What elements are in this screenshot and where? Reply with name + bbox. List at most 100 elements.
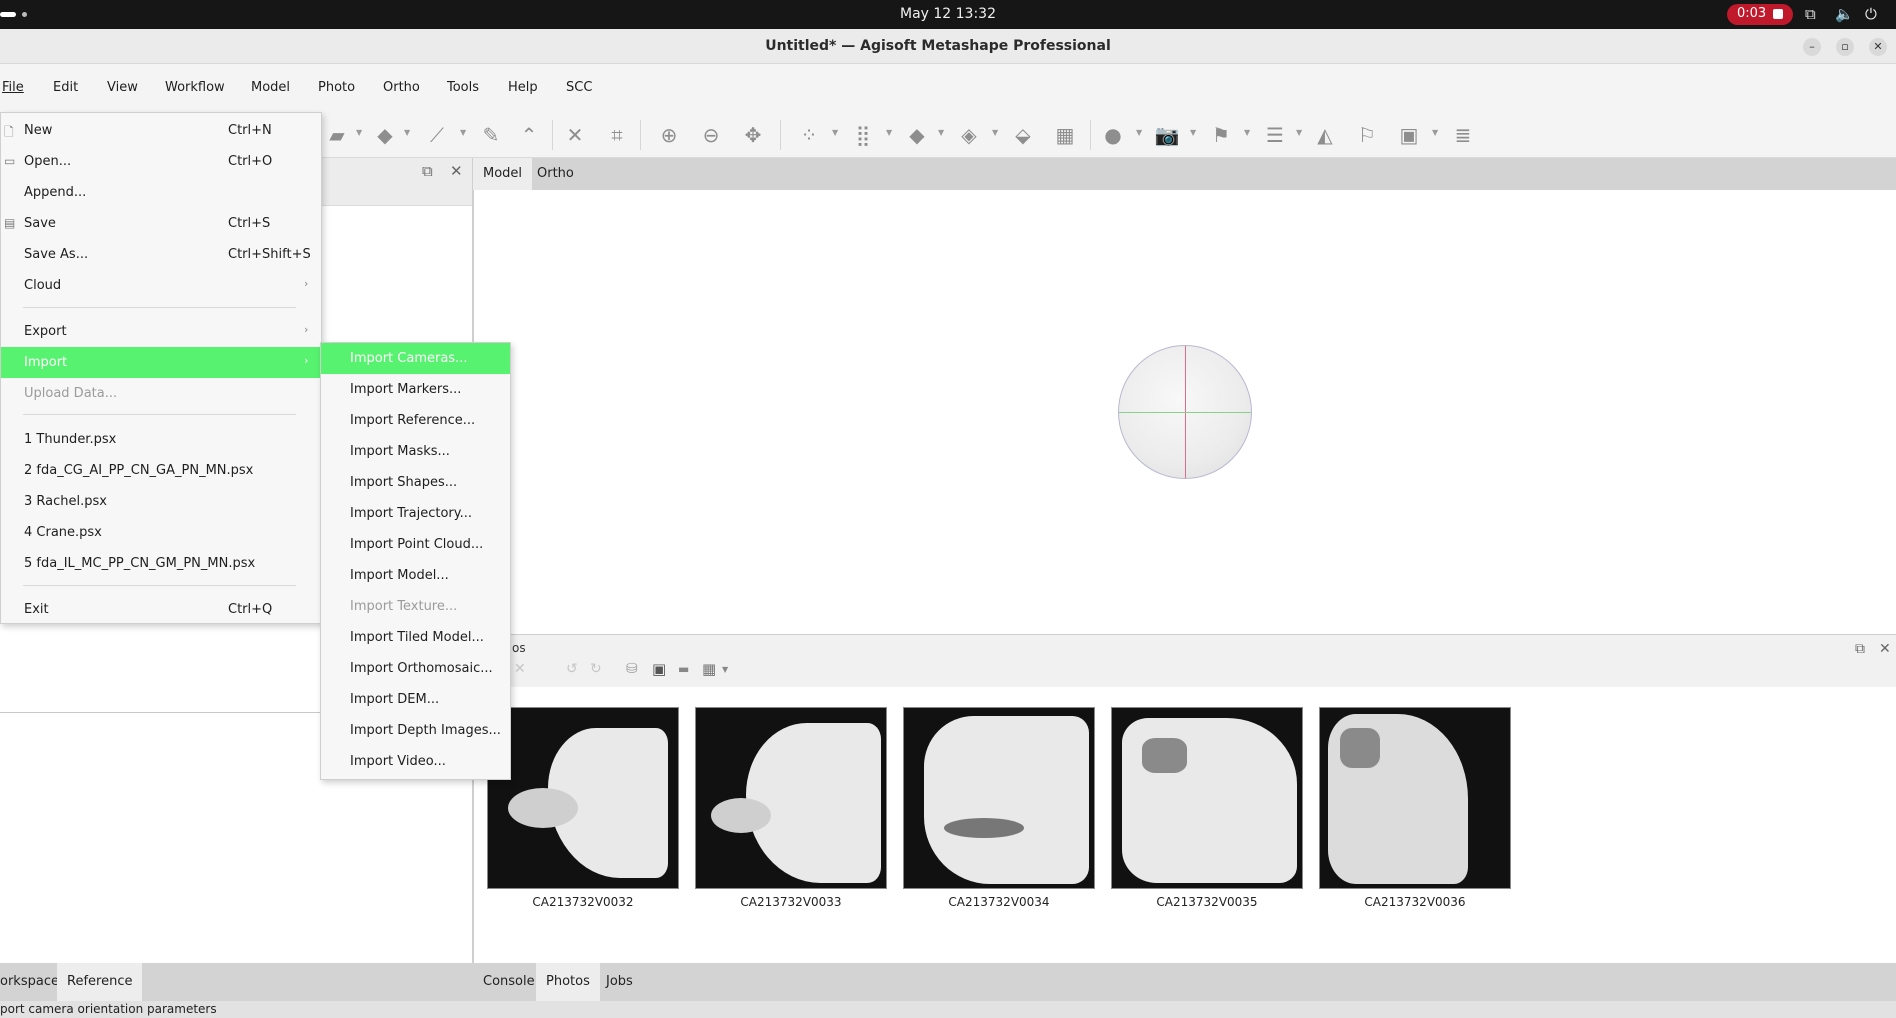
draw-line-icon[interactable]: ⌃ [516,122,542,148]
chevron-down-icon[interactable]: ▼ [1432,128,1438,137]
submenu-import-video[interactable]: Import Video... [321,746,510,777]
rotate-left-icon[interactable]: ↺ [566,661,578,677]
submenu-import-dem[interactable]: Import DEM... [321,684,510,715]
close-icon[interactable]: ✕ [514,661,526,677]
menu-edit[interactable]: Edit [53,80,78,95]
chevron-down-icon[interactable]: ▼ [1190,128,1196,137]
menu-file[interactable]: File [2,80,24,95]
delete-selection-icon[interactable]: ✕ [562,122,588,148]
markers-flag-icon[interactable]: ⚐ [1354,122,1380,148]
minimize-button[interactable]: – [1803,38,1821,56]
close-window-button[interactable]: ✕ [1869,38,1887,56]
submenu-import-model[interactable]: Import Model... [321,560,510,591]
menu-scc[interactable]: SCC [566,80,592,95]
tab-console[interactable]: Console [473,963,545,1001]
camera-icon[interactable]: 📷 [1154,122,1180,148]
rotate-right-icon[interactable]: ↻ [590,661,602,677]
screen-recording-indicator[interactable]: 0:03 [1727,4,1793,25]
menu-item-cloud[interactable]: Cloud › [1,270,321,301]
volume-icon[interactable]: 🔈 [1835,5,1854,23]
zoom-out-icon[interactable]: ⊖ [698,122,724,148]
chevron-down-icon[interactable]: ▼ [1296,128,1302,137]
menu-item-new[interactable]: 🗋 New Ctrl+N [1,115,321,146]
trackball-sphere[interactable] [1118,345,1252,479]
chevron-down-icon[interactable]: ▼ [992,128,998,137]
camera-frame-icon[interactable]: ▣ [652,660,666,678]
chevron-down-icon[interactable]: ▼ [722,665,728,674]
globe-icon[interactable]: ● [1100,122,1126,148]
menu-item-recent-4[interactable]: 4 Crane.psx [1,517,321,548]
menu-item-recent-3[interactable]: 3 Rachel.psx [1,486,321,517]
small-frame-icon[interactable]: ▬ [678,662,689,676]
tab-ortho[interactable]: Ortho [527,158,584,190]
menu-item-save-as[interactable]: Save As... Ctrl+Shift+S [1,239,321,270]
chevron-down-icon[interactable]: ▼ [1244,128,1250,137]
menu-item-open[interactable]: ▭ Open... Ctrl+O [1,146,321,177]
menu-tools[interactable]: Tools [447,80,479,95]
mask-tool-icon[interactable]: ⛁ [626,661,638,677]
menu-item-recent-2[interactable]: 2 fda_CG_AI_PP_CN_GA_PN_MN.psx [1,455,321,486]
ruler-icon[interactable]: ⟋ [424,122,450,148]
submenu-import-orthomosaic[interactable]: Import Orthomosaic... [321,653,510,684]
photo-thumbnail[interactable]: CA213732V0032 [487,707,679,909]
submenu-import-reference[interactable]: Import Reference... [321,405,510,436]
stop-recording-icon[interactable] [1773,9,1783,19]
chevron-down-icon[interactable]: ▼ [1136,128,1142,137]
select-rectangle-icon[interactable]: ▰ [324,122,350,148]
undock-pane-icon[interactable]: ⧉ [422,162,433,180]
image-view-icon[interactable]: ▣ [1396,122,1422,148]
submenu-import-depth-images[interactable]: Import Depth Images... [321,715,510,746]
menu-photo[interactable]: Photo [318,80,355,95]
textured-model-icon[interactable]: ◈ [956,122,982,148]
menu-ortho[interactable]: Ortho [383,80,420,95]
chevron-down-icon[interactable]: ▼ [460,128,466,137]
chevron-down-icon[interactable]: ▼ [404,128,410,137]
chevron-down-icon[interactable]: ▼ [938,128,944,137]
submenu-import-markers[interactable]: Import Markers... [321,374,510,405]
tiled-model-icon[interactable]: ⬙ [1010,122,1036,148]
menu-lines-icon[interactable]: ☰ [1262,122,1288,148]
crop-icon[interactable]: ⌗ [604,122,630,148]
stack-icon[interactable]: ≣ [1450,122,1476,148]
submenu-import-tiled-model[interactable]: Import Tiled Model... [321,622,510,653]
submenu-import-trajectory[interactable]: Import Trajectory... [321,498,510,529]
menu-item-recent-1[interactable]: 1 Thunder.psx [1,424,321,455]
submenu-import-masks[interactable]: Import Masks... [321,436,510,467]
shapes-icon[interactable]: ◭ [1312,122,1338,148]
close-pane-icon[interactable]: ✕ [450,162,463,180]
zoom-in-icon[interactable]: ⊕ [656,122,682,148]
activities-indicator[interactable] [0,12,16,17]
photo-thumbnail[interactable]: CA213732V0036 [1319,707,1511,909]
photo-thumbnail[interactable]: CA213732V0033 [695,707,887,909]
submenu-import-shapes[interactable]: Import Shapes... [321,467,510,498]
menu-item-append[interactable]: Append... [1,177,321,208]
dense-cloud-icon[interactable]: ⣿ [850,122,876,148]
power-icon[interactable]: ⏻ [1865,5,1877,23]
point-cloud-icon[interactable]: ⁘ [796,122,822,148]
move-icon[interactable]: ✥ [740,122,766,148]
dem-icon[interactable]: ▦ [1052,122,1078,148]
view-mode-icon[interactable]: ▦ [702,660,716,678]
system-clock[interactable]: May 12 13:32 [0,6,1896,22]
chevron-down-icon[interactable]: ▼ [886,128,892,137]
network-icon[interactable]: ⧉ [1805,5,1816,23]
maximize-button[interactable]: ▫ [1836,38,1854,56]
tab-jobs[interactable]: Jobs [596,963,643,1001]
menu-item-recent-5[interactable]: 5 fda_IL_MC_PP_CN_GM_PN_MN.psx [1,548,321,579]
mesh-icon[interactable]: ◆ [904,122,930,148]
menu-item-import[interactable]: Import › [1,347,321,378]
menu-help[interactable]: Help [508,80,538,95]
select-polygon-icon[interactable]: ◆ [372,122,398,148]
menu-item-exit[interactable]: Exit Ctrl+Q [1,594,321,625]
photo-thumbnail[interactable]: CA213732V0034 [903,707,1095,909]
submenu-import-cameras[interactable]: Import Cameras... [321,343,510,374]
menu-view[interactable]: View [107,80,138,95]
chevron-down-icon[interactable]: ▼ [832,128,838,137]
tab-reference[interactable]: Reference [57,963,143,1001]
menu-item-save[interactable]: ▤ Save Ctrl+S [1,208,321,239]
menu-workflow[interactable]: Workflow [165,80,225,95]
show-cameras-icon[interactable]: ⚑ [1208,122,1234,148]
undock-pane-icon[interactable]: ⧉ [1855,641,1865,657]
tab-model[interactable]: Model [473,158,533,190]
tab-photos[interactable]: Photos [536,963,600,1001]
